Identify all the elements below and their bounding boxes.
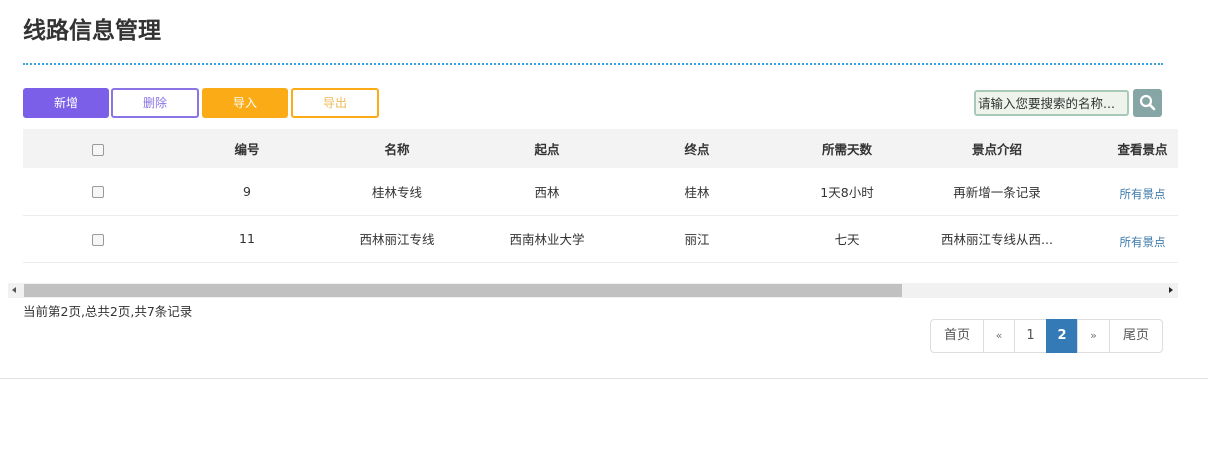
export-button[interactable]: 导出 <box>291 88 379 118</box>
cell-intro: 再新增一条记录 <box>953 184 1041 200</box>
select-all-checkbox[interactable] <box>91 143 104 156</box>
search-button[interactable] <box>1133 89 1162 117</box>
page-2-button[interactable]: 2 <box>1046 319 1078 353</box>
table-row: 11 西林丽江专线 西南林业大学 丽江 七天 西林丽江专线从西... 所有景点 <box>23 215 1178 262</box>
last-page-button[interactable]: 尾页 <box>1109 319 1163 353</box>
scroll-right-arrow-icon[interactable] <box>1169 287 1173 293</box>
header-select-all <box>23 129 172 168</box>
cell-end: 桂林 <box>684 184 710 200</box>
header-start: 起点 <box>534 142 560 157</box>
row-select-cell <box>23 215 172 262</box>
page-1-button[interactable]: 1 <box>1014 319 1047 353</box>
row-select-cell <box>23 168 172 215</box>
table-row: 9 桂林专线 西林 桂林 1天8小时 再新增一条记录 所有景点 <box>23 168 1178 215</box>
header-id: 编号 <box>234 142 260 157</box>
view-spots-link[interactable]: 所有景点 <box>1120 186 1166 202</box>
cell-end: 丽江 <box>684 232 710 247</box>
first-page-button[interactable]: 首页 <box>930 319 984 353</box>
search-input[interactable] <box>974 90 1129 116</box>
cell-days: 七天 <box>834 232 860 247</box>
title-divider <box>23 63 1163 65</box>
cell-intro: 西林丽江专线从西... <box>941 232 1053 247</box>
delete-button[interactable]: 删除 <box>111 88 199 118</box>
bottom-divider <box>0 378 1208 379</box>
cell-id: 9 <box>243 183 251 199</box>
table-header-row: 编号 名称 起点 终点 所需天数 景点介绍 查看景点 <box>23 129 1178 168</box>
header-days: 所需天数 <box>821 142 872 157</box>
header-intro: 景点介绍 <box>971 142 1022 157</box>
cell-view-spots: 所有景点 <box>1072 215 1178 262</box>
row-checkbox[interactable] <box>91 186 104 199</box>
view-spots-link[interactable]: 所有景点 <box>1120 234 1166 250</box>
cell-start: 西南林业大学 <box>509 232 585 247</box>
route-table-container: 编号 名称 起点 终点 所需天数 景点介绍 查看景点 9 桂林专线 西林 桂林 … <box>23 129 1178 283</box>
header-end: 终点 <box>684 142 710 157</box>
scroll-left-arrow-icon[interactable] <box>12 287 16 293</box>
pagination: 首页 « 1 2 » 尾页 <box>930 319 1163 353</box>
header-view-spots: 查看景点 <box>1117 142 1168 157</box>
cell-days: 1天8小时 <box>820 184 874 200</box>
cell-name: 西林丽江专线 <box>359 232 435 247</box>
cell-id: 11 <box>239 231 255 246</box>
next-page-button[interactable]: » <box>1077 319 1110 353</box>
cell-name: 桂林专线 <box>371 184 422 200</box>
search-icon <box>1139 94 1156 111</box>
row-checkbox[interactable] <box>91 233 104 246</box>
import-button[interactable]: 导入 <box>202 88 288 118</box>
cell-start: 西林 <box>534 184 560 200</box>
route-table: 编号 名称 起点 终点 所需天数 景点介绍 查看景点 9 桂林专线 西林 桂林 … <box>23 129 1178 263</box>
prev-page-button[interactable]: « <box>983 319 1015 353</box>
horizontal-scrollbar[interactable] <box>8 283 1178 298</box>
add-button[interactable]: 新增 <box>23 88 109 118</box>
header-name: 名称 <box>384 142 410 157</box>
page-title: 线路信息管理 <box>23 18 161 44</box>
cell-view-spots: 所有景点 <box>1072 168 1178 215</box>
page-info: 当前第2页,总共2页,共7条记录 <box>23 304 193 319</box>
scrollbar-thumb[interactable] <box>24 284 902 297</box>
